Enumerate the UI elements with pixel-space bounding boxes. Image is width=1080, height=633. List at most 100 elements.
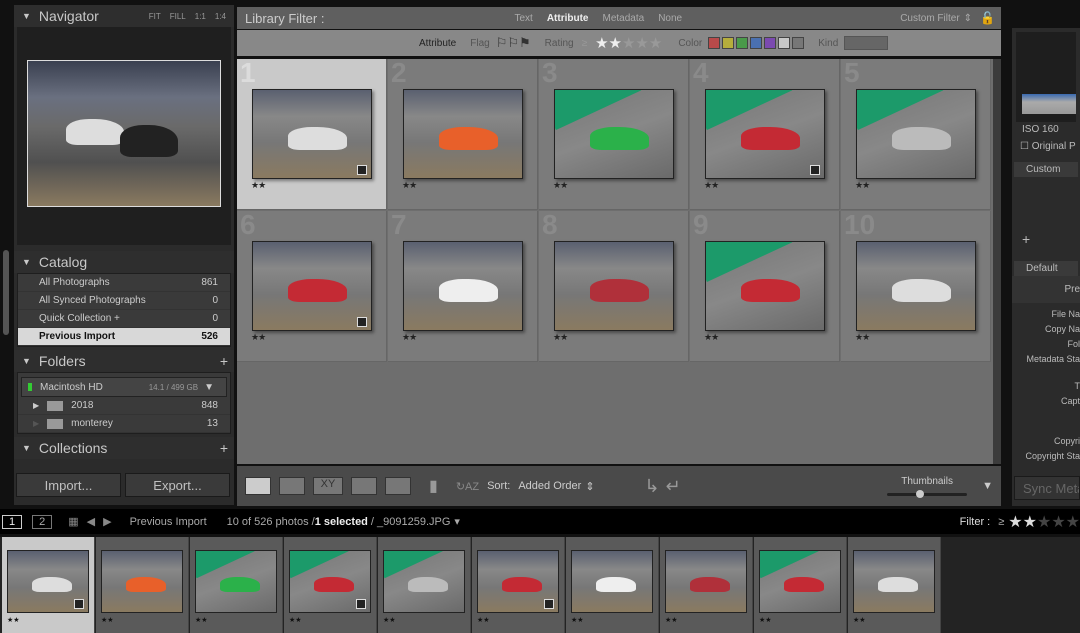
nav-fill[interactable]: FILL xyxy=(170,12,186,21)
filter-tab-text[interactable]: Text xyxy=(514,13,532,24)
folder-monterey[interactable]: ▶ monterey 13 xyxy=(18,415,230,433)
filmstrip-cell[interactable]: ★★ xyxy=(284,537,377,633)
grid-cell[interactable]: 10 ★★ xyxy=(841,209,991,362)
photo-thumbnail[interactable] xyxy=(571,550,653,613)
rotate-left-icon[interactable]: ↳ xyxy=(645,476,660,497)
compare-view-button[interactable]: XY xyxy=(313,477,343,495)
catalog-item-all-synced[interactable]: All Synced Photographs 0 xyxy=(18,292,230,310)
sync-metadata-button[interactable]: Sync Meta xyxy=(1014,476,1080,500)
original-photo-checkbox[interactable]: ☐ Original P xyxy=(1012,137,1080,156)
rotate-right-icon[interactable]: ↵ xyxy=(666,476,681,497)
grid-scrollbar[interactable] xyxy=(993,59,1001,464)
catalog-item-all-photographs[interactable]: All Photographs 861 xyxy=(18,274,230,292)
grid-cell[interactable]: 8 ★★ xyxy=(539,209,689,362)
secondary-window-button[interactable]: 2 xyxy=(32,514,53,529)
add-keyword-icon[interactable]: + xyxy=(1012,227,1080,251)
navigator-preview[interactable] xyxy=(17,27,231,245)
rating-stars[interactable]: ★★★★★ xyxy=(595,34,662,52)
photo-thumbnail[interactable] xyxy=(101,550,183,613)
people-view-button[interactable] xyxy=(385,477,411,495)
grid-cell[interactable]: 9 ★★ xyxy=(690,209,840,362)
loupe-view-button[interactable] xyxy=(279,477,305,495)
catalog-item-quick-collection[interactable]: Quick Collection + 0 xyxy=(18,310,230,328)
photo-thumbnail[interactable] xyxy=(705,89,825,179)
filter-tab-none[interactable]: None xyxy=(658,13,682,24)
export-button[interactable]: Export... xyxy=(125,473,230,497)
rating-stars[interactable]: ★★ xyxy=(704,332,719,343)
filmstrip-source[interactable]: Previous Import xyxy=(130,516,207,528)
selected-filename[interactable]: / _9091259.JPG xyxy=(371,516,451,528)
kind-buttons[interactable] xyxy=(844,36,889,50)
grid-cell[interactable]: 7 ★★ xyxy=(388,209,538,362)
sort-dropdown[interactable]: Added Order xyxy=(518,480,581,492)
photo-thumbnail[interactable] xyxy=(383,550,465,613)
sort-direction-icon[interactable]: ↻AZ xyxy=(456,480,479,493)
toolbar-menu-icon[interactable]: ▼ xyxy=(982,480,993,492)
rating-stars[interactable]: ★★ xyxy=(704,180,719,191)
nav-fit[interactable]: FIT xyxy=(149,12,161,21)
forward-arrow-icon[interactable]: ▶ xyxy=(103,515,111,528)
main-window-button[interactable]: 1 xyxy=(2,514,23,529)
lock-icon[interactable]: 🔓 xyxy=(980,11,995,25)
filter-operator[interactable]: ≥ xyxy=(998,516,1004,528)
grid-icon[interactable]: ▦ xyxy=(68,515,78,528)
photo-thumbnail[interactable] xyxy=(856,89,976,179)
color-swatch[interactable] xyxy=(708,37,721,49)
rating-stars[interactable]: ★★ xyxy=(251,180,266,191)
filter-tab-metadata[interactable]: Metadata xyxy=(602,13,644,24)
photo-thumbnail[interactable] xyxy=(759,550,841,613)
add-collection-icon[interactable]: + xyxy=(220,440,234,456)
grid-cell[interactable]: 1 ★★ xyxy=(237,57,387,210)
thumbnail-size-slider[interactable] xyxy=(887,490,968,498)
grid-cell[interactable]: 6 ★★ xyxy=(237,209,387,362)
rating-stars[interactable]: ★★ xyxy=(402,332,417,343)
back-arrow-icon[interactable]: ◀ xyxy=(87,515,95,528)
filmstrip-cell[interactable]: ★★ xyxy=(96,537,189,633)
photo-thumbnail[interactable] xyxy=(195,550,277,613)
photo-thumbnail[interactable] xyxy=(856,241,976,331)
grid-view-button[interactable] xyxy=(245,477,271,495)
rating-stars[interactable]: ★★ xyxy=(402,180,417,191)
filter-tab-attribute[interactable]: Attribute xyxy=(547,13,589,24)
dropdown-icon[interactable]: ▼ xyxy=(204,382,214,393)
catalog-header[interactable]: ▼ Catalog xyxy=(14,251,234,273)
nav-1-1[interactable]: 1:1 xyxy=(195,12,206,21)
metadata-preset-dropdown[interactable]: Default xyxy=(1014,261,1078,276)
filmstrip-cell[interactable]: ★★ xyxy=(848,537,941,633)
survey-view-button[interactable] xyxy=(351,477,377,495)
flag-icons[interactable]: ⚐⚐⚑ xyxy=(496,35,531,51)
color-swatch[interactable] xyxy=(736,37,749,49)
grid-cell[interactable]: 2 ★★ xyxy=(388,57,538,210)
rating-stars[interactable]: ★★ xyxy=(855,180,870,191)
photo-thumbnail[interactable] xyxy=(665,550,747,613)
filmstrip-cell[interactable]: ★★ xyxy=(566,537,659,633)
photo-thumbnail[interactable] xyxy=(252,241,372,331)
expand-icon[interactable]: ▶ xyxy=(33,419,39,428)
rating-stars[interactable]: ★★ xyxy=(553,332,568,343)
rating-stars[interactable]: ★★ xyxy=(251,332,266,343)
folder-2018[interactable]: ▶ 2018 848 xyxy=(18,397,230,415)
expand-icon[interactable]: ▶ xyxy=(33,401,39,410)
grid-cell[interactable]: 5 ★★ xyxy=(841,57,991,210)
nav-1-4[interactable]: 1:4 xyxy=(215,12,226,21)
photo-thumbnail[interactable] xyxy=(554,89,674,179)
rating-stars[interactable]: ★★ xyxy=(553,180,568,191)
navigator-header[interactable]: ▼ Navigator FIT FILL 1:1 1:4 xyxy=(14,5,234,27)
photo-thumbnail[interactable] xyxy=(289,550,371,613)
photo-thumbnail[interactable] xyxy=(403,241,523,331)
color-swatch[interactable] xyxy=(722,37,735,49)
photo-thumbnail[interactable] xyxy=(403,89,523,179)
custom-filter-dropdown[interactable]: Custom Filter xyxy=(900,13,959,24)
photo-thumbnail[interactable] xyxy=(554,241,674,331)
filmstrip-cell[interactable]: ★★ xyxy=(660,537,753,633)
photo-thumbnail[interactable] xyxy=(7,550,89,613)
volume-macintosh-hd[interactable]: Macintosh HD 14.1 / 499 GB ▼ xyxy=(21,377,227,397)
filmstrip-cell[interactable]: ★★ xyxy=(472,537,565,633)
filmstrip-cell[interactable]: ★★ xyxy=(754,537,847,633)
filter-stars[interactable]: ★★★★★ xyxy=(1008,512,1080,532)
photo-thumbnail[interactable] xyxy=(853,550,935,613)
rating-operator[interactable]: ≥ xyxy=(582,38,588,49)
color-swatch[interactable] xyxy=(792,37,805,49)
painter-icon[interactable]: ▮ xyxy=(429,476,438,496)
rating-stars[interactable]: ★★ xyxy=(855,332,870,343)
